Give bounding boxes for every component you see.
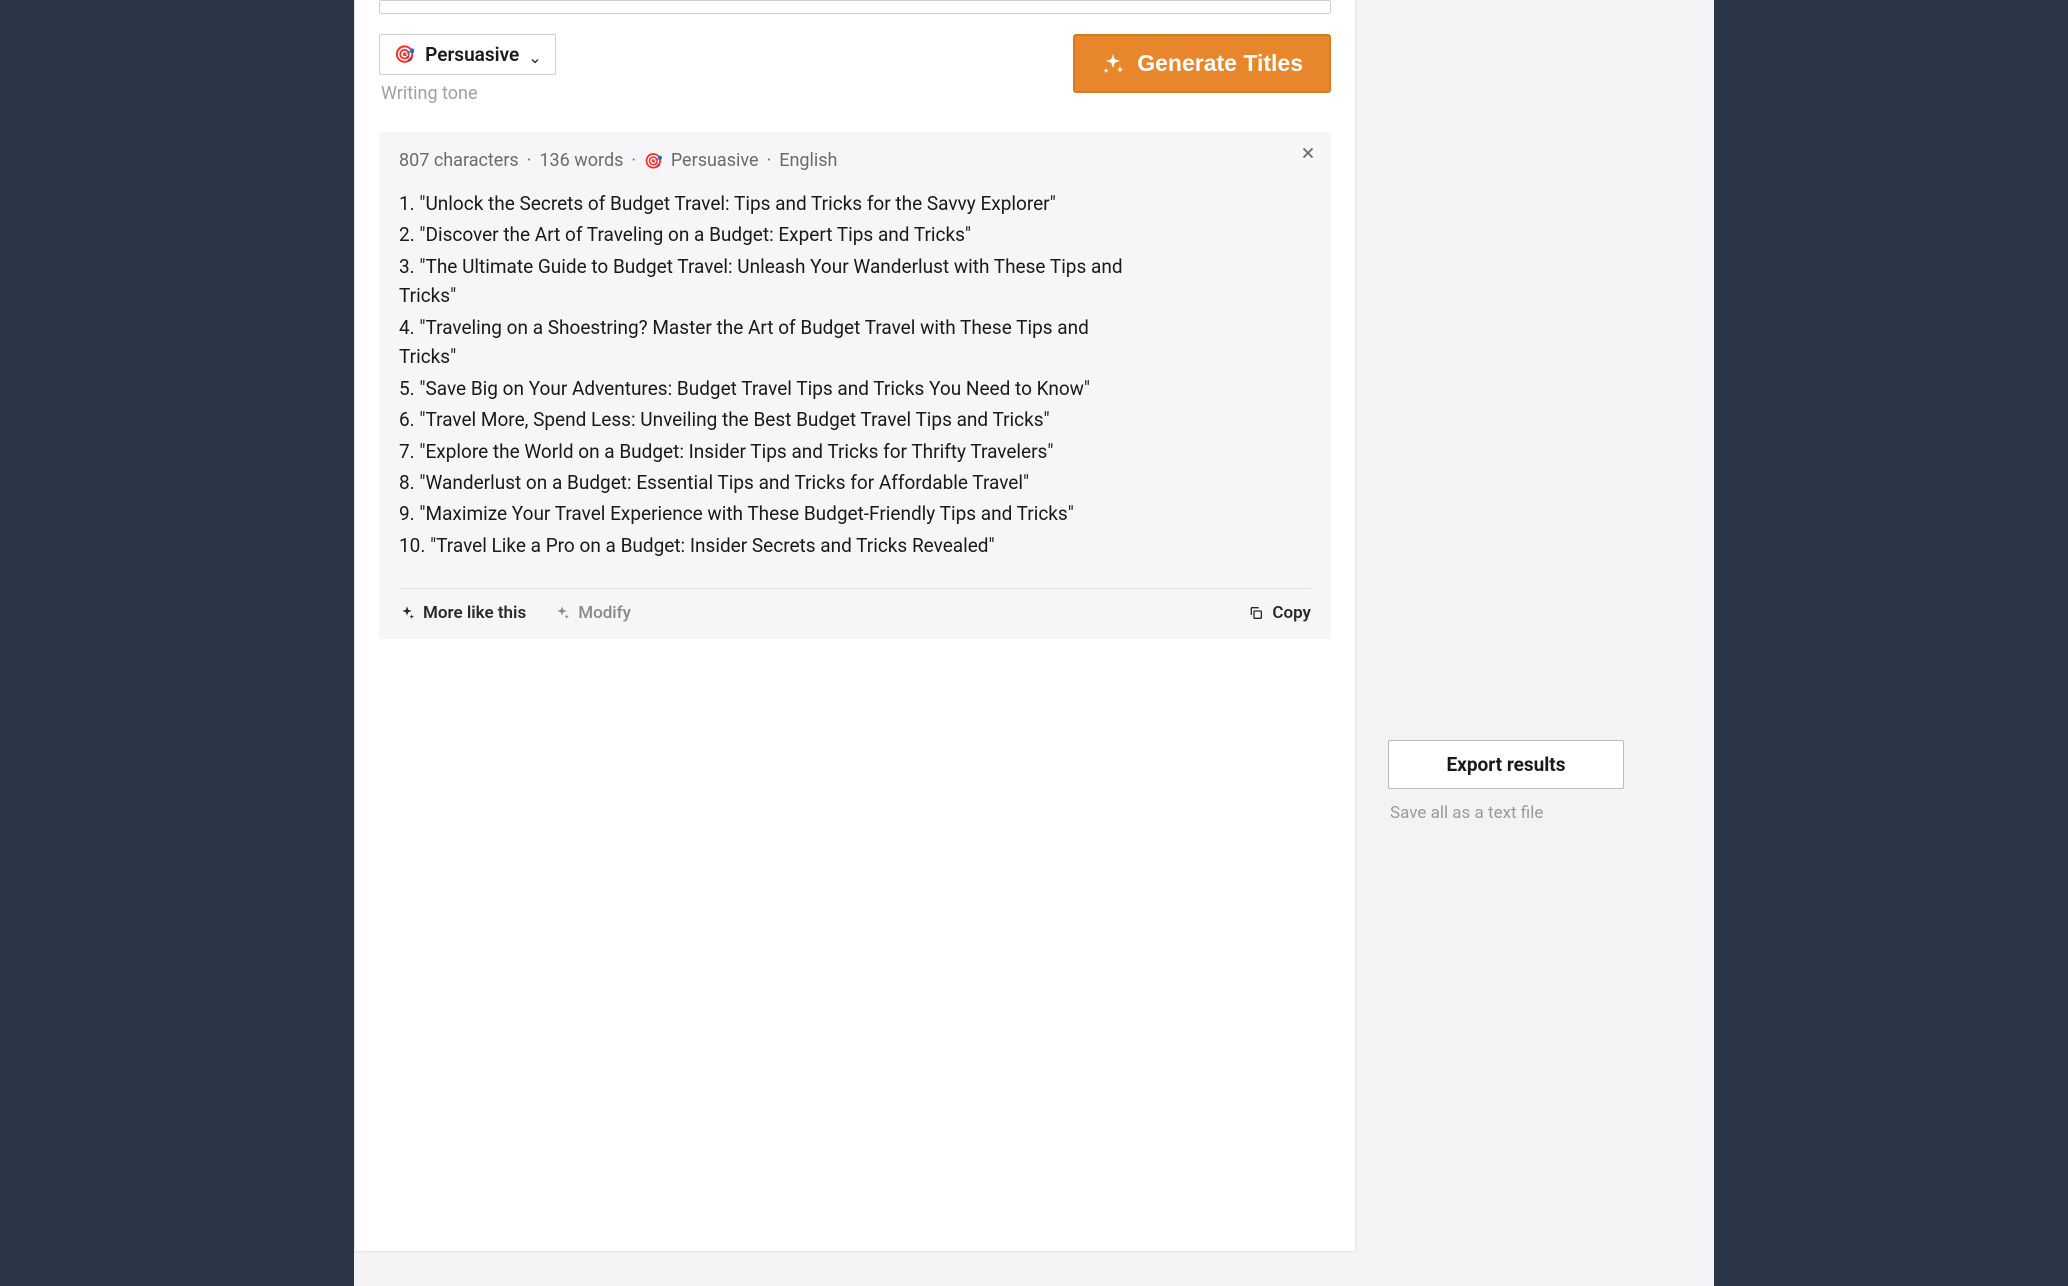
sparkle-icon <box>554 605 570 621</box>
title-item: 2. "Discover the Art of Traveling on a B… <box>399 220 1139 249</box>
modify-label: Modify <box>578 603 631 623</box>
meta-words: 136 words <box>539 150 623 171</box>
more-like-this-label: More like this <box>423 603 526 623</box>
copy-button[interactable]: Copy <box>1248 603 1311 623</box>
output-meta: 807 characters · 136 words · 🎯 Persuasiv… <box>399 150 1311 189</box>
title-item: 1. "Unlock the Secrets of Budget Travel:… <box>399 189 1139 218</box>
title-item: 5. "Save Big on Your Adventures: Budget … <box>399 374 1139 403</box>
title-item: 6. "Travel More, Spend Less: Unveiling t… <box>399 405 1139 434</box>
close-icon[interactable] <box>1299 144 1317 167</box>
sparkle-icon <box>399 605 415 621</box>
title-item: 9. "Maximize Your Travel Experience with… <box>399 499 1139 528</box>
title-item: 7. "Explore the World on a Budget: Insid… <box>399 437 1139 466</box>
export-helper-text: Save all as a text file <box>1390 803 1668 823</box>
export-label: Export results <box>1446 753 1565 776</box>
title-item: 4. "Traveling on a Shoestring? Master th… <box>399 313 1139 372</box>
tone-selected-value: Persuasive <box>425 43 519 66</box>
target-icon: 🎯 <box>394 45 415 65</box>
title-item: 8. "Wanderlust on a Budget: Essential Ti… <box>399 468 1139 497</box>
meta-characters: 807 characters <box>399 150 519 171</box>
generated-titles-list: 1. "Unlock the Secrets of Budget Travel:… <box>399 189 1139 560</box>
tone-helper-text: Writing tone <box>381 83 556 104</box>
more-like-this-button[interactable]: More like this <box>399 603 526 623</box>
meta-tone: Persuasive <box>671 150 759 171</box>
tone-select[interactable]: 🎯 Persuasive <box>379 34 556 75</box>
title-item: 10. "Travel Like a Pro on a Budget: Insi… <box>399 531 1139 560</box>
target-icon: 🎯 <box>644 152 663 170</box>
prompt-input-bottom-edge[interactable] <box>379 0 1331 14</box>
generate-button-label: Generate Titles <box>1137 50 1303 77</box>
modify-button[interactable]: Modify <box>554 603 631 623</box>
export-results-button[interactable]: Export results <box>1388 740 1624 789</box>
copy-label: Copy <box>1272 603 1311 623</box>
copy-icon <box>1248 605 1264 621</box>
chevron-down-icon <box>529 49 541 61</box>
sparkle-icon <box>1101 52 1125 76</box>
generate-titles-button[interactable]: Generate Titles <box>1073 34 1331 93</box>
output-card: 807 characters · 136 words · 🎯 Persuasiv… <box>379 132 1331 639</box>
meta-language: English <box>779 150 837 171</box>
title-item: 3. "The Ultimate Guide to Budget Travel:… <box>399 252 1139 311</box>
